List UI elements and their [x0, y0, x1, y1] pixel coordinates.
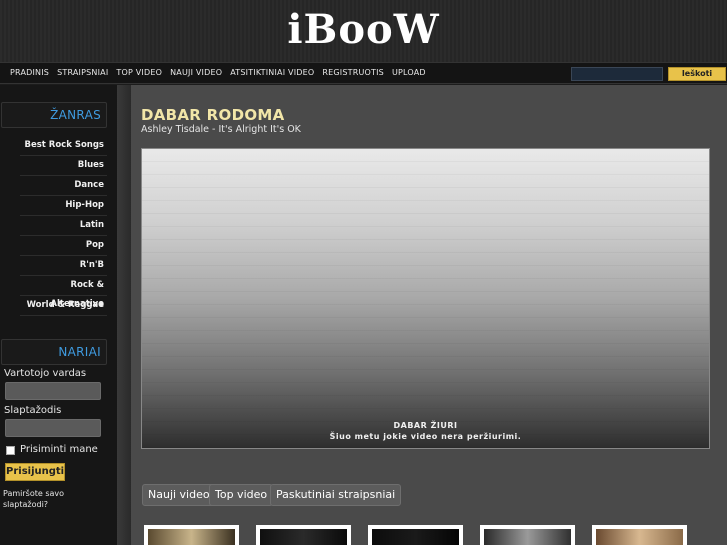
genre-item-dance[interactable]: Dance	[20, 176, 107, 196]
password-field[interactable]	[5, 419, 101, 437]
forgot-password-link[interactable]: Pamiršote savo slaptažodi?	[3, 488, 83, 510]
genres-heading: ŽANRAS	[1, 102, 107, 128]
video-thumbnail[interactable]	[256, 525, 351, 545]
site-header: iBooW	[0, 0, 727, 62]
genre-item-hip-hop[interactable]: Hip-Hop	[20, 196, 107, 216]
thumbnail-image	[260, 529, 347, 545]
search-input[interactable]	[571, 67, 663, 81]
genre-item-world-reggae[interactable]: World & Reggae	[20, 296, 107, 316]
password-label: Slaptažodis	[4, 405, 62, 416]
tab-paskutiniai-straipsniai[interactable]: Paskutiniai straipsniai	[270, 484, 402, 506]
nav-link-upload[interactable]: UPLOAD	[392, 68, 426, 77]
now-showing-subtitle[interactable]: Ashley Tisdale - It's Alright It's OK	[141, 124, 301, 135]
thumbnail-image	[596, 529, 683, 545]
login-button[interactable]: Prisijungti	[5, 463, 65, 481]
genre-item-best-rock-songs[interactable]: Best Rock Songs	[20, 136, 107, 156]
sidebar-divider	[117, 85, 131, 545]
nav-link-top-video[interactable]: TOP VIDEO	[116, 68, 162, 77]
top-nav: PRADINIS STRAIPSNIAI TOP VIDEO NAUJI VID…	[0, 62, 727, 84]
nav-link-straipsniai[interactable]: STRAIPSNIAI	[57, 68, 108, 77]
nav-link-nauji-video[interactable]: NAUJI VIDEO	[170, 68, 222, 77]
thumbnail-image	[148, 529, 235, 545]
remember-me-label: Prisiminti mane	[20, 444, 98, 455]
members-heading: NARIAI	[1, 339, 107, 365]
nav-links: PRADINIS STRAIPSNIAI TOP VIDEO NAUJI VID…	[6, 68, 430, 77]
thumbnail-image	[484, 529, 571, 545]
thumbnail-image	[372, 529, 459, 545]
genre-item-blues[interactable]: Blues	[20, 156, 107, 176]
genre-item-latin[interactable]: Latin	[20, 216, 107, 236]
nav-link-pradinis[interactable]: PRADINIS	[10, 68, 49, 77]
tab-top-video[interactable]: Top video	[209, 484, 274, 506]
now-showing-title: DABAR RODOMA	[141, 106, 285, 124]
video-player[interactable]: DABAR ŽIURI Šiuo metu jokie video nera p…	[141, 148, 710, 449]
genre-item-rock-alternative[interactable]: Rock & Alternative	[20, 276, 107, 309]
search-button[interactable]: Ieškoti	[668, 67, 726, 81]
site-logo[interactable]: iBooW	[0, 6, 727, 53]
player-message: Šiuo metu jokie video nera peržiurimi.	[329, 432, 522, 441]
video-thumbnail[interactable]	[144, 525, 239, 545]
genre-item-pop[interactable]: Pop	[20, 236, 107, 256]
nav-link-atsitiktiniai-video[interactable]: ATSITIKTINIAI VIDEO	[230, 68, 314, 77]
player-heading: DABAR ŽIURI	[393, 421, 458, 430]
video-thumbnail[interactable]	[592, 525, 687, 545]
video-thumbnail[interactable]	[368, 525, 463, 545]
genre-item-rnb[interactable]: R'n'B	[20, 256, 107, 276]
username-label: Vartotojo vardas	[4, 368, 87, 379]
video-thumbnail[interactable]	[480, 525, 575, 545]
nav-link-registruotis[interactable]: REGISTRUOTIS	[322, 68, 384, 77]
tab-nauji-video[interactable]: Nauji video	[142, 484, 216, 506]
username-field[interactable]	[5, 382, 101, 400]
genre-list: Best Rock Songs Blues Dance Hip-Hop Lati…	[20, 136, 107, 316]
remember-me-checkbox[interactable]	[6, 446, 15, 455]
